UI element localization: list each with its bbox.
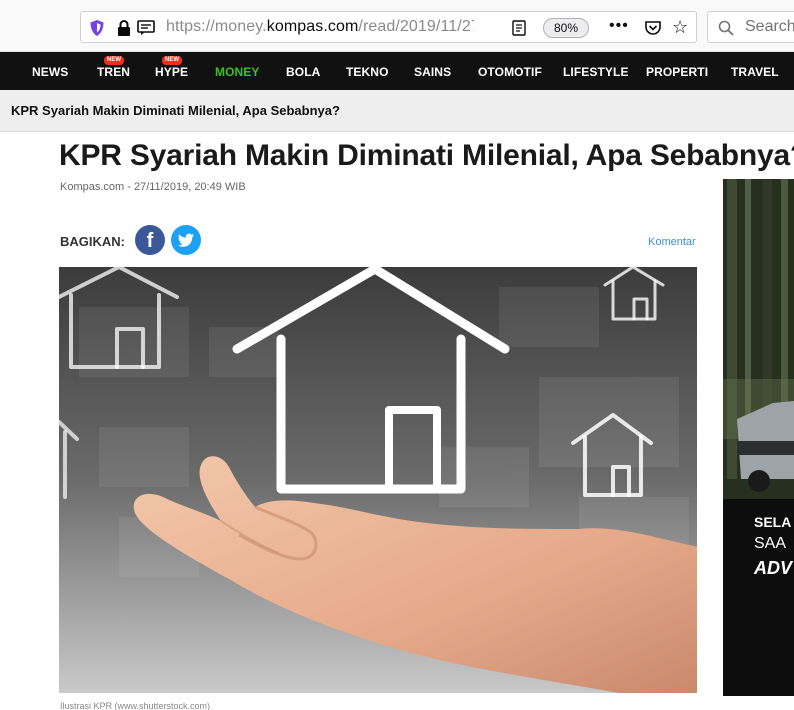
article-meta: Kompas.com - 27/11/2019, 20:49 WIB (60, 181, 246, 193)
search-icon (718, 20, 734, 36)
advertisement-banner[interactable] (723, 179, 794, 696)
tracking-protection-shield-icon[interactable] (89, 19, 105, 37)
facebook-share-button[interactable]: f (135, 225, 165, 255)
nav-item-sains[interactable]: SAINS (414, 65, 451, 79)
new-badge: NEW (104, 56, 124, 65)
url-path: /read/2019/11/27/2 (358, 18, 474, 35)
twitter-bird-icon (178, 233, 194, 247)
nav-item-otomotif[interactable]: OTOMOTIF (478, 65, 542, 79)
search-input[interactable]: Search (745, 18, 794, 36)
sticky-title: KPR Syariah Makin Diminati Milenial, Apa… (11, 103, 340, 118)
new-badge: NEW (162, 56, 182, 65)
ad-text-line3: ADV (754, 558, 793, 578)
image-caption: Ilustrasi KPR (www.shutterstock.com) (60, 701, 211, 710)
twitter-share-button[interactable] (171, 225, 201, 255)
reader-view-icon[interactable] (511, 20, 527, 36)
browser-toolbar: https://money.kompas.com/read/2019/11/27… (0, 0, 794, 52)
nav-item-hype[interactable]: HYPE (155, 65, 188, 79)
comment-link[interactable]: Komentar (648, 236, 696, 248)
nav-item-money[interactable]: MONEY (215, 65, 260, 79)
site-nav: NEWS NEW TREN NEW HYPE MONEY BOLA TEKNO … (0, 52, 794, 90)
pocket-icon[interactable] (644, 20, 662, 36)
page-actions-more-icon[interactable]: ••• (609, 17, 629, 35)
url-text[interactable]: https://money.kompas.com/read/2019/11/27… (166, 18, 474, 36)
lock-icon[interactable] (117, 20, 131, 36)
url-prefix: https://money. (166, 18, 267, 35)
nav-item-travel[interactable]: TRAVEL (731, 65, 779, 79)
zoom-level-badge[interactable]: 80% (543, 18, 589, 38)
article-hero-image (59, 267, 697, 693)
search-bar[interactable]: Search (707, 11, 794, 43)
ad-text-line2: SAA (754, 535, 787, 552)
url-bar[interactable]: https://money.kompas.com/read/2019/11/27… (80, 11, 697, 43)
nav-item-bola[interactable]: BOLA (286, 65, 320, 79)
nav-item-lifestyle[interactable]: LIFESTYLE (563, 65, 629, 79)
ad-text-line1: SELA (754, 514, 792, 530)
sticky-title-bar: KPR Syariah Makin Diminati Milenial, Apa… (0, 90, 794, 132)
bookmark-star-icon[interactable]: ☆ (672, 17, 688, 38)
permissions-icon[interactable] (137, 20, 155, 36)
url-domain: kompas.com (266, 18, 359, 35)
page-title: KPR Syariah Makin Diminati Milenial, Apa… (59, 139, 794, 172)
nav-item-tren[interactable]: TREN (97, 65, 130, 79)
share-label: BAGIKAN: (60, 234, 125, 249)
nav-item-properti[interactable]: PROPERTI (646, 65, 708, 79)
nav-item-news[interactable]: NEWS (32, 65, 68, 79)
nav-item-tekno[interactable]: TEKNO (346, 65, 389, 79)
